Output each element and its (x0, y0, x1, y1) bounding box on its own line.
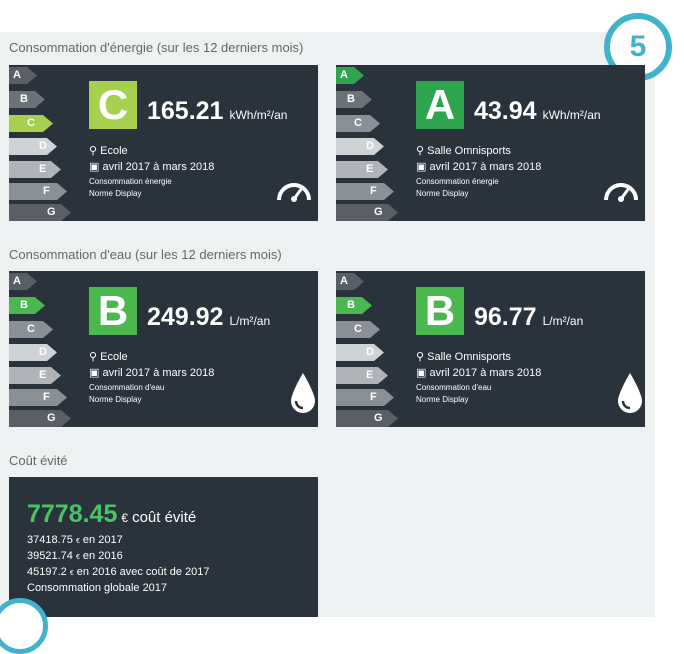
scale-g: G (336, 410, 398, 427)
gauge-icon (277, 183, 311, 202)
scale-f: F (336, 183, 394, 200)
scale-f: F (9, 389, 67, 406)
scale-e: E (9, 161, 61, 178)
water-drop-icon (291, 373, 315, 413)
energy-card-salle-omnisports[interactable]: A B C D E F G A 43.94 kWh/m²/an ⚲ Salle O… (336, 65, 645, 221)
norm: Norme Display (416, 189, 469, 198)
cost-scope: Consommation globale 2017 (27, 582, 168, 594)
scale-b: B (9, 91, 45, 108)
water-card-ecole[interactable]: A B C D E F G B 249.92 L/m²/an ⚲ Ecole ▣ … (9, 271, 318, 427)
scale-a: A (9, 273, 37, 290)
scale-c: C (336, 321, 380, 338)
scale-b-active: B (336, 297, 372, 314)
scale-a: A (336, 273, 364, 290)
location: ⚲ Ecole (89, 145, 128, 157)
location: ⚲ Salle Omnisports (416, 145, 511, 157)
scale-d: D (336, 138, 384, 155)
location: ⚲ Ecole (89, 351, 128, 363)
grade-badge: B (416, 287, 464, 335)
energy-card-ecole[interactable]: A B C D E F G C 165.21 kWh/m²/an ⚲ Ecole … (9, 65, 318, 221)
scale-g: G (336, 204, 398, 221)
consumption-type: Consommation d'eau (416, 383, 492, 392)
avoided-cost-value: 7778.45 (27, 500, 118, 528)
consumption-value: 96.77 L/m²/an (474, 303, 584, 331)
scale-b: B (336, 91, 372, 108)
grade-badge: B (89, 287, 137, 335)
cost-section-title: Coût évité (9, 453, 68, 468)
scale-c-active: C (9, 115, 53, 132)
consumption-value: 43.94 kWh/m²/an (474, 97, 601, 125)
period: ▣ avril 2017 à mars 2018 (89, 367, 215, 379)
norm: Norme Display (416, 395, 469, 404)
period: ▣ avril 2017 à mars 2018 (89, 161, 215, 173)
consumption-value: 165.21 kWh/m²/an (147, 97, 288, 125)
water-card-salle-omnisports[interactable]: A B C D E F G B 96.77 L/m²/an ⚲ Salle Omn… (336, 271, 645, 427)
norm: Norme Display (89, 189, 142, 198)
cost-line-2016: 39521.74 € en 2016 (27, 550, 123, 562)
scale-g: G (9, 410, 71, 427)
scale-f: F (336, 389, 394, 406)
energy-section-title: Consommation d'énergie (sur les 12 derni… (9, 40, 304, 55)
cost-line-2017: 37418.75 € en 2017 (27, 534, 123, 546)
scale-a-active: A (336, 67, 364, 84)
scale-e: E (9, 367, 61, 384)
consumption-type: Consommation énergie (89, 177, 172, 186)
scale-g: G (9, 204, 71, 221)
grade-badge: A (416, 81, 464, 129)
scale-d: D (9, 344, 57, 361)
avoided-cost-card[interactable]: 7778.45 € coût évité 37418.75 € en 2017 39… (9, 477, 318, 617)
scale-d: D (9, 138, 57, 155)
consumption-value: 249.92 L/m²/an (147, 303, 271, 331)
norm: Norme Display (89, 395, 142, 404)
scale-d: D (336, 344, 384, 361)
scale-a: A (9, 67, 37, 84)
scale-c: C (336, 115, 380, 132)
avoided-cost-total: 7778.45 € coût évité (27, 500, 197, 528)
water-drop-icon (618, 373, 642, 413)
corner-step-badge (0, 598, 48, 654)
scale-e: E (336, 161, 388, 178)
period: ▣ avril 2017 à mars 2018 (416, 367, 542, 379)
scale-e: E (336, 367, 388, 384)
scale-b-active: B (9, 297, 45, 314)
location: ⚲ Salle Omnisports (416, 351, 511, 363)
scale-f: F (9, 183, 67, 200)
consumption-type: Consommation énergie (416, 177, 499, 186)
period: ▣ avril 2017 à mars 2018 (416, 161, 542, 173)
scale-c: C (9, 321, 53, 338)
consumption-type: Consommation d'eau (89, 383, 165, 392)
water-section-title: Consommation d'eau (sur les 12 derniers … (9, 247, 282, 262)
gauge-icon (604, 183, 638, 202)
cost-line-2016-adjusted: 45197.2 € en 2016 avec coût de 2017 (27, 566, 210, 578)
grade-badge: C (89, 81, 137, 129)
